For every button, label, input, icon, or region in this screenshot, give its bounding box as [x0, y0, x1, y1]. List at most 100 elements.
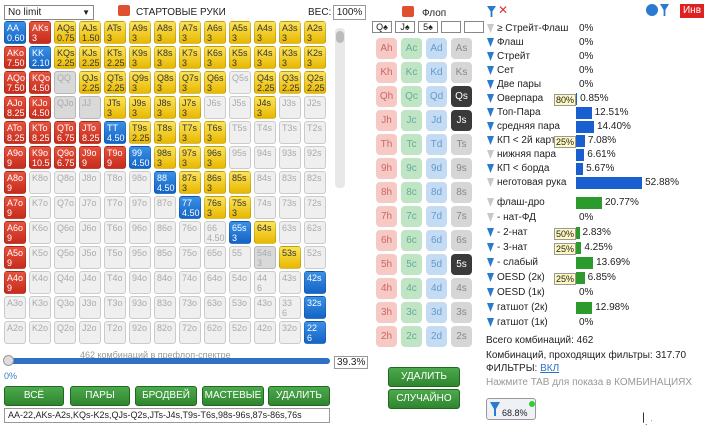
deck-card[interactable]: 7d [426, 206, 447, 227]
flop-delete-button[interactable]: УДАЛИТЬ [388, 367, 460, 387]
grid-scrollbar[interactable] [335, 28, 345, 188]
deck-card[interactable]: Jc [401, 110, 422, 131]
hand-cell[interactable]: K6o [29, 221, 51, 244]
hand-cell[interactable]: 86s 3 [204, 171, 226, 194]
hand-cell[interactable]: T3s [279, 121, 301, 144]
hand-cell[interactable]: KTo 8.25 [29, 121, 51, 144]
hand-cell[interactable]: 82o [154, 321, 176, 344]
suited-button[interactable]: МАСТЕВЫЕ [202, 386, 264, 406]
filter-toggle-icon[interactable] [487, 94, 494, 103]
hand-cell[interactable]: 96s 3 [204, 146, 226, 169]
hand-cell[interactable]: AKo 7.50 [4, 46, 26, 69]
hand-cell[interactable]: Q4s 2.25 [254, 71, 276, 94]
filter-toggle-icon[interactable] [487, 178, 494, 187]
filter-toggle-icon[interactable] [660, 4, 669, 16]
filter-weight-badge[interactable]: 25% [554, 243, 577, 255]
hand-cell[interactable]: 64s [254, 221, 276, 244]
hand-cell[interactable]: Q2s 2.25 [304, 71, 326, 94]
hand-cell[interactable]: JTo 8.25 [79, 121, 101, 144]
hand-cell[interactable]: QJo [54, 96, 76, 119]
deck-card[interactable]: 4c [401, 278, 422, 299]
hand-cell[interactable]: 72o [179, 321, 201, 344]
hand-cell[interactable]: KJs 2.25 [79, 46, 101, 69]
deck-card[interactable]: 6s [451, 230, 472, 251]
hand-cell[interactable]: 66 4.50 [204, 221, 226, 244]
hand-cell[interactable]: 88 4.50 [154, 171, 176, 194]
hand-cell[interactable]: 63s [279, 221, 301, 244]
hand-cell[interactable]: 83o [154, 296, 176, 319]
filter-toggle-icon[interactable] [487, 273, 494, 282]
hand-cell[interactable]: J6o [79, 221, 101, 244]
filter-toggle-icon[interactable] [487, 108, 494, 117]
deck-card[interactable]: 3s [451, 302, 472, 323]
scroll-thumb[interactable] [336, 31, 344, 43]
hand-cell[interactable]: K2s 3 [304, 46, 326, 69]
hand-cell[interactable]: A5o 9 [4, 246, 26, 269]
hand-cell[interactable]: K5o [29, 246, 51, 269]
river-slot[interactable] [464, 21, 484, 33]
deck-card[interactable]: Ac [401, 38, 422, 59]
hand-cell[interactable]: Q2o [54, 321, 76, 344]
deck-card[interactable]: 8s [451, 182, 472, 203]
deck-card[interactable]: 6c [401, 230, 422, 251]
flop-card-1[interactable]: Q♠ [372, 21, 392, 33]
hand-cell[interactable]: 74s [254, 196, 276, 219]
deck-card[interactable]: 2s [451, 326, 472, 347]
deck-card[interactable]: 6d [426, 230, 447, 251]
hand-cell[interactable]: KQs 2.25 [54, 46, 76, 69]
hand-cell[interactable]: T5o [104, 246, 126, 269]
hand-cell[interactable]: Q8s 3 [154, 71, 176, 94]
hand-cell[interactable]: KK 2.10 [29, 46, 51, 69]
hand-cell[interactable]: 75s 3 [229, 196, 251, 219]
hand-cell[interactable]: 87o [154, 196, 176, 219]
deck-card[interactable]: Jd [426, 110, 447, 131]
hand-cell[interactable]: J8o [79, 171, 101, 194]
deck-card[interactable]: Js [451, 110, 472, 131]
hand-cell[interactable]: Q7s 3 [179, 71, 201, 94]
hand-cell[interactable]: A9s 3 [129, 21, 151, 44]
filter-toggle-icon[interactable] [487, 213, 494, 222]
hand-cell[interactable]: J6s [204, 96, 226, 119]
hand-cell[interactable]: A4s 3 [254, 21, 276, 44]
hand-cell[interactable]: AJo 8.25 [4, 96, 26, 119]
hand-cell[interactable]: 42o [254, 321, 276, 344]
deck-card[interactable]: Jh [376, 110, 397, 131]
hand-cell[interactable]: JTs 3 [104, 96, 126, 119]
hand-cell[interactable]: 85o [154, 246, 176, 269]
hand-cell[interactable]: 44 6 [254, 271, 276, 294]
hand-cell[interactable]: KQo 4.50 [29, 71, 51, 94]
deck-card[interactable]: 4s [451, 278, 472, 299]
filter-toggle-icon[interactable] [487, 288, 494, 297]
hand-cell[interactable]: Q7o [54, 196, 76, 219]
hand-cell[interactable]: J7s 3 [179, 96, 201, 119]
hand-cell[interactable]: K6s 3 [204, 46, 226, 69]
hand-cell[interactable]: 87s 3 [179, 171, 201, 194]
hand-cell[interactable]: 85s [229, 171, 251, 194]
hand-cell[interactable]: Q6o [54, 221, 76, 244]
hand-cell[interactable]: QTo 6.75 [54, 121, 76, 144]
hand-cell[interactable]: J5o [79, 246, 101, 269]
deck-card[interactable]: Kd [426, 62, 447, 83]
deck-card[interactable]: 4h [376, 278, 397, 299]
hand-cell[interactable]: J5s [229, 96, 251, 119]
deck-card[interactable]: 6h [376, 230, 397, 251]
slider-handle[interactable] [3, 355, 14, 366]
hand-cell[interactable]: K4o [29, 271, 51, 294]
hand-cell[interactable]: JJ [79, 96, 101, 119]
spectrum-slider[interactable] [3, 355, 330, 366]
hand-cell[interactable]: 53s [279, 246, 301, 269]
hand-cell[interactable]: K4s 3 [254, 46, 276, 69]
hand-cell[interactable]: K7s 3 [179, 46, 201, 69]
hand-cell[interactable]: 92s [304, 146, 326, 169]
hand-cell[interactable]: 98o [129, 171, 151, 194]
limit-select[interactable]: No limit ▼ [4, 5, 94, 20]
filter-toggle-icon[interactable] [487, 164, 494, 173]
hand-cell[interactable]: A2o [4, 321, 26, 344]
deck-card[interactable]: Qc [401, 86, 422, 107]
deck-card[interactable]: 5h [376, 254, 397, 275]
hand-cell[interactable]: AQs 0.75 [54, 21, 76, 44]
deck-card[interactable]: 8d [426, 182, 447, 203]
hand-cell[interactable]: 82s [304, 171, 326, 194]
hand-cell[interactable]: T3o [104, 296, 126, 319]
hand-cell[interactable]: K9o10.50 [29, 146, 51, 169]
